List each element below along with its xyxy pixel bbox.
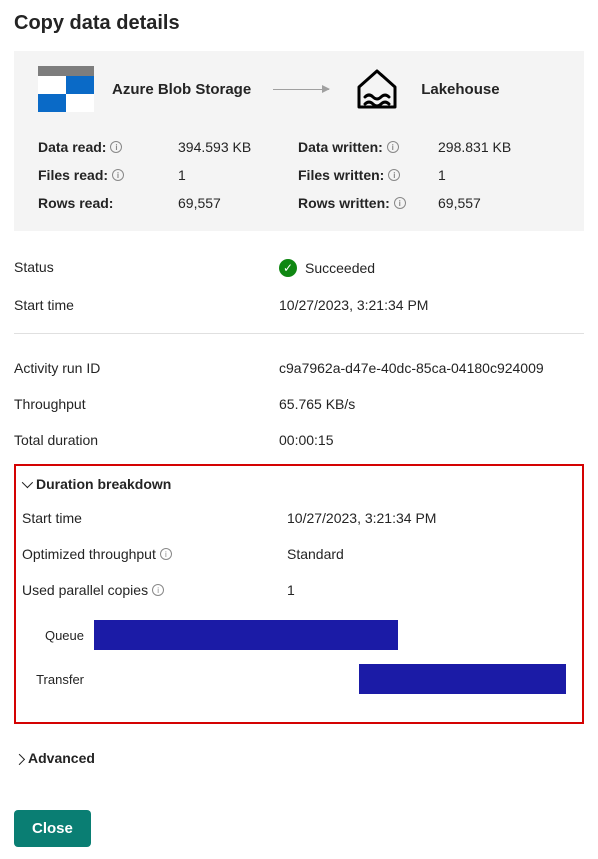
opt-throughput-value: Standard (287, 546, 576, 562)
azure-blob-storage-icon (38, 66, 94, 112)
queue-bar-track (94, 620, 576, 650)
breakdown-start-time-value: 10/27/2023, 3:21:34 PM (287, 510, 576, 526)
arrow-icon (273, 89, 329, 90)
close-button[interactable]: Close (14, 810, 91, 847)
divider (14, 333, 584, 334)
queue-bar-fill (94, 620, 398, 650)
rows-read-label: Rows read: (38, 195, 168, 211)
total-duration-value: 00:00:15 (279, 432, 584, 448)
throughput-label: Throughput (14, 396, 279, 412)
run-id-value: c9a7962a-d47e-40dc-85ca-04180c924009 (279, 360, 584, 376)
files-read-value: 1 (178, 167, 288, 183)
breakdown-start-time-label: Start time (22, 510, 287, 526)
opt-throughput-row: Optimized throughput i Standard (22, 536, 576, 572)
throughput-row: Throughput 65.765 KB/s (14, 386, 584, 422)
info-icon[interactable]: i (388, 169, 400, 181)
metrics-grid: Data read: i 394.593 KB Data written: i … (38, 139, 560, 211)
rows-written-value: 69,557 (438, 195, 560, 211)
run-id-row: Activity run ID c9a7962a-d47e-40dc-85ca-… (14, 350, 584, 386)
transfer-summary-card: Azure Blob Storage Lakehouse Data read: … (14, 51, 584, 231)
throughput-value: 65.765 KB/s (279, 396, 584, 412)
start-time-label: Start time (14, 297, 279, 313)
chevron-down-icon (22, 477, 33, 488)
data-read-label: Data read: i (38, 139, 168, 155)
dest-label: Lakehouse (421, 81, 499, 98)
opt-throughput-label: Optimized throughput i (22, 546, 287, 562)
queue-bar-row: Queue (22, 620, 576, 650)
duration-bar-chart: Queue Transfer (22, 620, 576, 694)
run-id-label: Activity run ID (14, 360, 279, 376)
info-icon[interactable]: i (110, 141, 122, 153)
data-written-value: 298.831 KB (438, 139, 560, 155)
chevron-right-icon (14, 754, 25, 765)
advanced-toggle[interactable]: Advanced (14, 746, 584, 774)
breakdown-start-time-row: Start time 10/27/2023, 3:21:34 PM (22, 500, 576, 536)
transfer-bar-track (94, 664, 576, 694)
info-icon[interactable]: i (394, 197, 406, 209)
page-title: Copy data details (14, 12, 584, 35)
parallel-copies-value: 1 (287, 582, 576, 598)
transfer-direction-row: Azure Blob Storage Lakehouse (38, 63, 560, 115)
transfer-bar-fill (359, 664, 566, 694)
parallel-copies-row: Used parallel copies i 1 (22, 572, 576, 608)
status-row: Status ✓ Succeeded (14, 249, 584, 287)
duration-breakdown-toggle[interactable]: Duration breakdown (22, 472, 576, 500)
files-written-label: Files written: i (298, 167, 428, 183)
parallel-copies-label: Used parallel copies i (22, 582, 287, 598)
data-read-value: 394.593 KB (178, 139, 288, 155)
info-icon[interactable]: i (160, 548, 172, 560)
advanced-section: Advanced (14, 746, 584, 792)
total-duration-row: Total duration 00:00:15 (14, 422, 584, 458)
data-written-label: Data written: i (298, 139, 428, 155)
rows-read-value: 69,557 (178, 195, 288, 211)
start-time-value: 10/27/2023, 3:21:34 PM (279, 297, 584, 313)
duration-breakdown-panel: Duration breakdown Start time 10/27/2023… (14, 464, 584, 724)
total-duration-label: Total duration (14, 432, 279, 448)
dest-side: Lakehouse (351, 63, 499, 115)
queue-bar-label: Queue (22, 628, 94, 643)
status-value: ✓ Succeeded (279, 259, 584, 277)
status-label: Status (14, 259, 279, 277)
rows-written-label: Rows written: i (298, 195, 428, 211)
transfer-bar-row: Transfer (22, 664, 576, 694)
start-time-row: Start time 10/27/2023, 3:21:34 PM (14, 287, 584, 323)
lakehouse-icon (351, 63, 403, 115)
files-read-label: Files read: i (38, 167, 168, 183)
files-written-value: 1 (438, 167, 560, 183)
success-check-icon: ✓ (279, 259, 297, 277)
source-label: Azure Blob Storage (112, 81, 251, 98)
transfer-bar-label: Transfer (22, 672, 94, 687)
info-icon[interactable]: i (152, 584, 164, 596)
info-icon[interactable]: i (387, 141, 399, 153)
info-icon[interactable]: i (112, 169, 124, 181)
source-side: Azure Blob Storage (38, 66, 251, 112)
